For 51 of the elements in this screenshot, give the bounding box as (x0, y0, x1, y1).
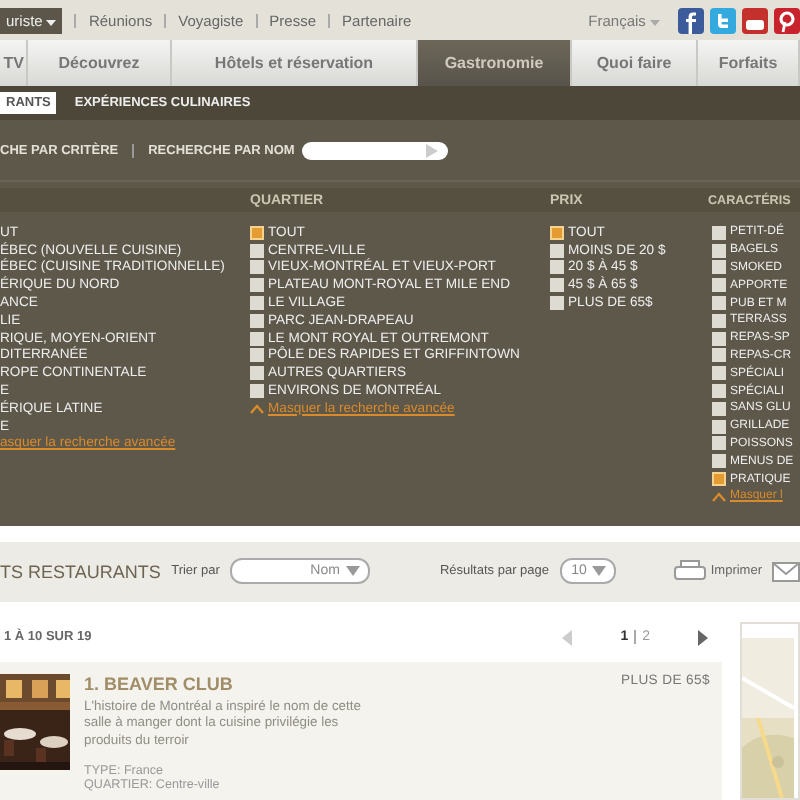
social-icon[interactable] (742, 7, 768, 33)
checkbox[interactable] (250, 260, 264, 275)
nav-tab[interactable]: TV (0, 40, 28, 86)
envelope-icon[interactable] (772, 561, 800, 582)
checkbox[interactable] (550, 278, 564, 293)
checkbox[interactable] (712, 419, 726, 434)
checkbox[interactable] (712, 436, 726, 451)
checkbox[interactable] (712, 278, 726, 293)
next-icon[interactable] (698, 629, 708, 646)
nav-tab[interactable]: Gastronomie (418, 40, 572, 86)
caret-icon (592, 566, 607, 577)
checkbox[interactable] (712, 260, 726, 275)
caret-icon (345, 566, 360, 577)
checkbox[interactable] (712, 296, 726, 311)
checkbox[interactable] (712, 384, 726, 399)
checkbox[interactable] (250, 313, 264, 328)
checkbox[interactable] (250, 366, 264, 381)
checkbox[interactable] (712, 454, 726, 469)
checkbox[interactable] (712, 348, 726, 363)
checkbox[interactable] (250, 348, 264, 363)
nav-tab[interactable]: Découvrez (28, 40, 172, 86)
play-icon (426, 143, 439, 157)
nav-tab[interactable]: Hôtels et réservation (172, 40, 418, 86)
checkbox[interactable] (250, 296, 264, 311)
checkbox[interactable] (712, 225, 726, 240)
checkbox[interactable] (712, 313, 726, 328)
checkbox[interactable] (250, 384, 264, 399)
caret-icon (650, 19, 660, 25)
search-field[interactable] (302, 141, 449, 159)
nav-tab[interactable]: Quoi faire (572, 40, 698, 86)
nav-tab[interactable]: Forfaits (698, 40, 800, 86)
checkbox[interactable] (250, 331, 264, 346)
checkbox[interactable] (712, 243, 726, 258)
checkbox[interactable] (712, 331, 726, 346)
checkbox[interactable] (250, 243, 264, 258)
checkbox[interactable] (712, 401, 726, 416)
checkbox[interactable] (550, 260, 564, 275)
checkbox[interactable] (550, 225, 564, 240)
chevron-up-icon (712, 491, 726, 502)
results-title: TS RESTAURANTS (0, 561, 162, 582)
checkbox[interactable] (250, 278, 264, 293)
checkbox[interactable] (712, 472, 726, 487)
printer-icon (674, 560, 707, 583)
checkbox[interactable] (250, 225, 264, 240)
chevron-up-icon (250, 403, 264, 414)
social-icon[interactable] (678, 7, 704, 33)
checkbox[interactable] (712, 366, 726, 381)
checkbox[interactable] (550, 243, 564, 258)
checkbox[interactable] (550, 296, 564, 311)
social-icon[interactable] (774, 7, 800, 33)
caret-icon (46, 19, 57, 25)
